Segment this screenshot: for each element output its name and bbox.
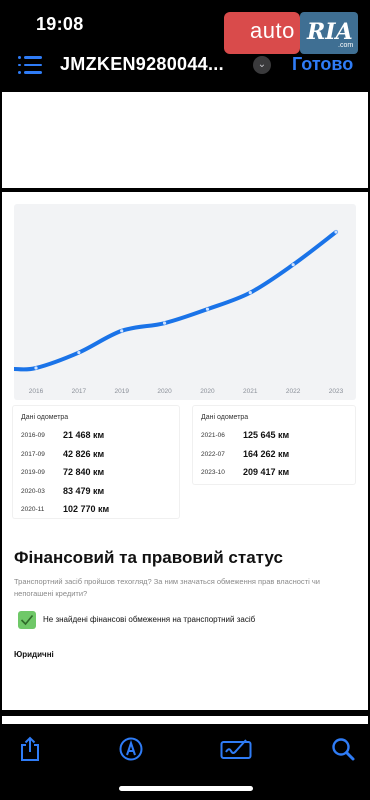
section-heading: Фінансовий та правовий статус [14, 548, 283, 567]
mileage-point [120, 329, 124, 333]
odometer-title: Дані одометра [201, 414, 249, 421]
odometer-value: 164 262 км [243, 448, 290, 459]
odometer-value: 42 826 км [63, 448, 105, 459]
document-title[interactable]: JMZKEN9280044... [60, 54, 224, 75]
mileage-series-line [14, 230, 338, 372]
odometer-row: 2022-07 164 262 км [201, 449, 351, 467]
mileage-point [334, 230, 338, 234]
odometer-date: 2023-10 [201, 469, 225, 476]
share-icon[interactable] [17, 736, 43, 762]
status-time: 19:08 [36, 14, 84, 34]
odometer-row: 2019-09 72 840 км [21, 467, 171, 485]
x-tick-label: 2023 [329, 388, 344, 395]
odometer-row: 2021-06 125 645 км [201, 430, 351, 448]
odometer-date: 2022-07 [201, 450, 225, 458]
mileage-chart-svg: 2016 2017 2019 2020 2020 2021 2022 2023 [14, 230, 344, 395]
odometer-value: 125 645 км [243, 430, 290, 440]
legal-heading: Юридичні [14, 650, 54, 659]
odometer-date: 2020-11 [21, 506, 45, 513]
section-description: Транспортний засіб пройшов техогляд? За … [14, 577, 320, 598]
odometer-title: Дані одометра [21, 414, 69, 421]
home-indicator [119, 786, 253, 791]
markup-icon[interactable] [118, 736, 144, 762]
finance-check-label: Не знайдені фінансові обмеження на транс… [43, 615, 256, 624]
odometer-date: 2021-06 [201, 432, 225, 439]
search-icon[interactable] [330, 736, 356, 762]
mileage-point [205, 307, 210, 311]
odometer-row: 2016-09 21 468 км [21, 430, 171, 448]
odometer-row: 2017-09 42 826 км [21, 449, 171, 467]
status-bar: 19:08 auto RIA .com [0, 0, 370, 54]
odometer-date: 2019-09 [21, 469, 45, 476]
document-page: 2016 2017 2019 2020 2020 2021 2022 2023 Дані од… [2, 192, 368, 710]
x-tick-label: 2022 [286, 388, 301, 395]
document-page-next [2, 716, 368, 724]
odometer-value: 209 417 км [243, 467, 290, 477]
odometer-value: 102 770 км [63, 504, 110, 514]
x-tick-label: 2017 [72, 388, 87, 395]
odometer-card-right: Дані одометра 2021-06 125 645 км 2022-07 16… [193, 406, 355, 484]
mileage-point [291, 263, 295, 267]
checkmark-icon [18, 611, 36, 629]
chevron-down-icon[interactable]: ⌄ [253, 56, 271, 74]
document-nav-bar: JMZKEN9280044... ⌄ Готово [0, 48, 370, 82]
odometer-row: 2023-10 209 417 км [201, 467, 351, 485]
x-tick-label: 2020 [157, 388, 172, 395]
odometer-date: 2020-03 [21, 487, 45, 495]
mileage-point [248, 291, 252, 295]
x-tick-label: 2020 [200, 388, 215, 395]
x-tick-label: 2016 [29, 388, 44, 395]
signature-icon[interactable] [220, 736, 252, 762]
mileage-chart: 2016 2017 2019 2020 2020 2021 2022 2023 [14, 204, 356, 400]
odometer-card-left: Дані одометра 2016-09 21 468 км 2017-09 42 … [13, 406, 179, 518]
x-tick-label: 2019 [114, 388, 129, 395]
odometer-row: 2020-03 83 479 км [21, 486, 171, 504]
odometer-value: 21 468 км [63, 430, 105, 440]
odometer-date: 2016-09 [21, 432, 45, 439]
odometer-row: 2020-11 102 770 км [21, 504, 171, 522]
odometer-value: 72 840 км [63, 467, 105, 477]
mileage-point [77, 350, 81, 355]
x-tick-label: 2021 [243, 388, 258, 395]
done-button[interactable]: Готово [292, 54, 353, 75]
bottom-toolbar [0, 728, 370, 770]
mileage-point [162, 321, 167, 325]
odometer-value: 83 479 км [63, 485, 105, 496]
list-icon[interactable] [18, 56, 42, 74]
document-page-previous [2, 92, 368, 188]
mileage-point [34, 366, 38, 370]
odometer-date: 2017-09 [21, 450, 45, 458]
